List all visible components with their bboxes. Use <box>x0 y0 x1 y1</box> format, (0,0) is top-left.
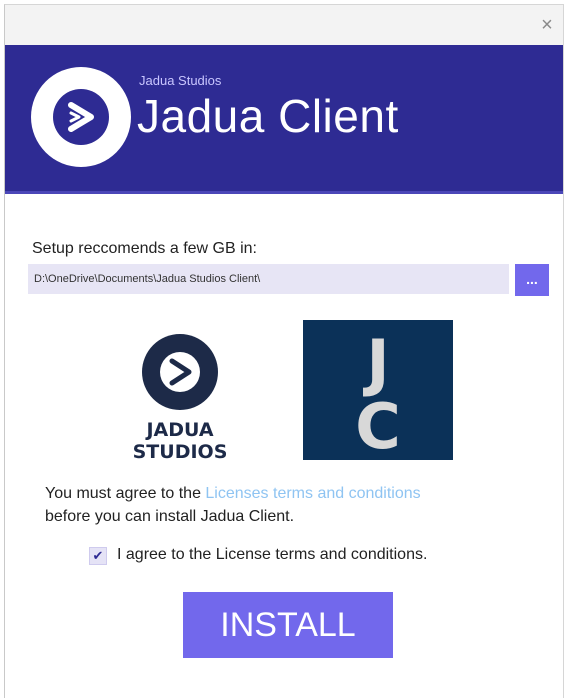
agreement-notice: You must agree to the Licenses terms and… <box>45 482 515 528</box>
agree-checkbox[interactable]: ✔ <box>89 547 107 565</box>
install-location-label: Setup reccomends a few GB in: <box>32 240 257 257</box>
app-logo <box>31 67 131 167</box>
studios-logo-line1: JADUA <box>144 419 213 441</box>
install-path-field[interactable]: D:\OneDrive\Documents\Jadua Studios Clie… <box>28 264 509 294</box>
jc-logo-graphic: J C <box>355 326 401 463</box>
publisher-name: Jadua Studios <box>139 73 222 88</box>
installer-window: × Jadua Studios Jadua Client Setup recco… <box>4 4 564 698</box>
jc-letter-j: J <box>362 326 389 399</box>
jadua-studios-logo: JADUA STUDIOS <box>127 334 233 464</box>
close-icon[interactable]: × <box>535 13 559 37</box>
jc-logo: J C <box>303 320 453 463</box>
title-bar: × <box>5 5 563 45</box>
license-terms-link[interactable]: Licenses terms and conditions <box>205 485 420 502</box>
content-area: Setup reccomends a few GB in: D:\OneDriv… <box>5 194 563 699</box>
browse-button[interactable]: ... <box>515 264 549 296</box>
jadua-chevron-icon <box>53 89 109 145</box>
header-banner: Jadua Studios Jadua Client <box>5 45 563 194</box>
install-button[interactable]: INSTALL <box>183 592 393 658</box>
studios-logo-graphic: JADUA STUDIOS <box>133 334 228 463</box>
agreement-suffix: before you can install Jadua Client. <box>45 508 295 525</box>
app-title: Jadua Client <box>137 90 399 142</box>
agree-checkbox-label[interactable]: I agree to the License terms and conditi… <box>117 546 427 564</box>
jc-letter-c: C <box>355 390 401 460</box>
agreement-prefix: You must agree to the <box>45 485 206 502</box>
studios-logo-line2: STUDIOS <box>133 441 228 463</box>
